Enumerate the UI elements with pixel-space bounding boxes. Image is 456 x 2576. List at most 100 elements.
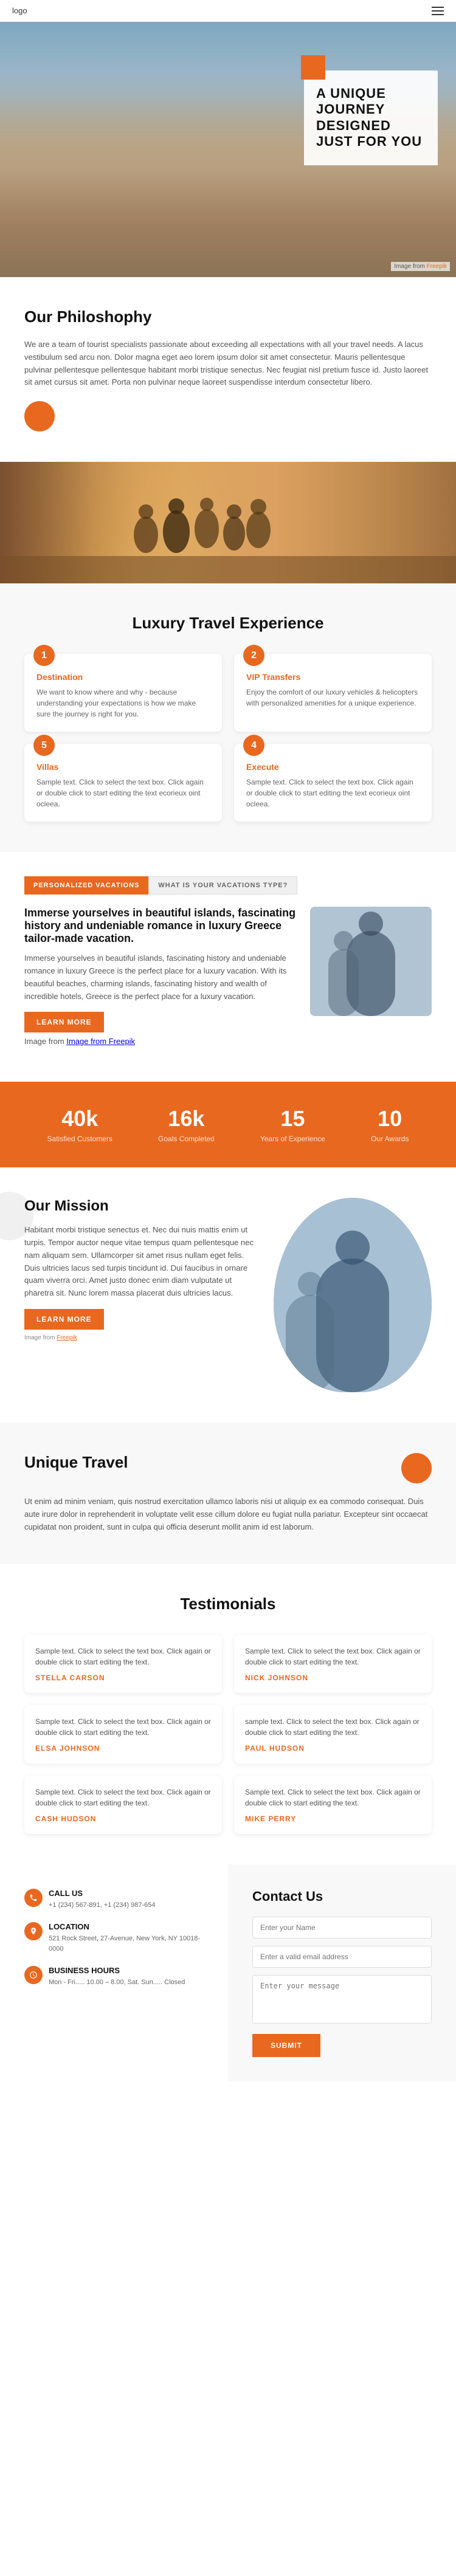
- stat-label-awards: Our Awards: [371, 1135, 409, 1143]
- hours-content: BUSINESS HOURS Mon - Fri..... 10.00 – 8.…: [49, 1966, 185, 1988]
- call-us-numbers: +1 (234) 567-891, +1 (234) 987-654: [49, 1900, 156, 1911]
- unique-heading: Unique Travel: [24, 1453, 128, 1472]
- personalized-learn-more-button[interactable]: LEARN MORE: [24, 1012, 104, 1032]
- contact-submit-button[interactable]: SUBMIT: [252, 2034, 320, 2057]
- philosophy-section: Our Philoshophy We are a team of tourist…: [0, 277, 456, 462]
- location-address: 521 Rock Street, 27-Avenue, New York, NY…: [49, 1934, 204, 1954]
- photo-strip: [0, 462, 456, 583]
- bottom-section: CALL US +1 (234) 567-891, +1 (234) 987-6…: [0, 1864, 456, 2081]
- header: logo: [0, 0, 456, 22]
- testimonial-1: Sample text. Click to select the text bo…: [24, 1635, 222, 1693]
- mission-image: [274, 1198, 432, 1392]
- card-title-2: VIP Transfers: [246, 672, 420, 682]
- menu-button[interactable]: [432, 7, 444, 15]
- testimonial-text-2: Sample text. Click to select the text bo…: [245, 1646, 421, 1668]
- orange-dot-decoration: [401, 1453, 432, 1483]
- contact-name-input[interactable]: [252, 1917, 432, 1939]
- stat-label-customers: Satisfied Customers: [47, 1135, 112, 1143]
- testimonial-text-3: Sample text. Click to select the text bo…: [35, 1716, 211, 1738]
- testimonial-name-2: NICK JOHNSON: [245, 1674, 421, 1682]
- stat-satisfied-customers: 40k Satisfied Customers: [47, 1106, 112, 1143]
- contact-email-input[interactable]: [252, 1946, 432, 1968]
- location-item: LOCATION 521 Rock Street, 27-Avenue, New…: [24, 1922, 204, 1954]
- personalized-content: Immerse yourselves in beautiful islands,…: [24, 907, 432, 1057]
- card-number-5: 5: [33, 735, 55, 756]
- image-credit-prefix: Image from: [24, 1037, 66, 1046]
- call-us-heading: CALL US: [49, 1889, 156, 1898]
- clock-icon: [24, 1966, 43, 1984]
- card-title-5: Villas: [36, 762, 210, 772]
- photo-strip-inner: [0, 462, 456, 583]
- tab-vacation-type[interactable]: WHAT IS YOUR VACATIONS TYPE?: [148, 876, 297, 895]
- stats-section: 40k Satisfied Customers 16k Goals Comple…: [0, 1082, 456, 1167]
- testimonials-grid: Sample text. Click to select the text bo…: [24, 1635, 432, 1834]
- card-desc-4: Sample text. Click to select the text bo…: [246, 777, 420, 809]
- testimonial-name-5: CASH HUDSON: [35, 1815, 211, 1823]
- testimonial-6: Sample text. Click to select the text bo…: [234, 1776, 432, 1834]
- stat-years-experience: 15 Years of Experience: [260, 1106, 325, 1143]
- mission-photo-svg: [274, 1198, 432, 1392]
- testimonial-text-6: Sample text. Click to select the text bo…: [245, 1787, 421, 1808]
- personalized-credit-link[interactable]: Image from Freepik: [66, 1037, 135, 1046]
- luxury-cards-grid: 1 Destination We want to know where and …: [24, 654, 432, 822]
- personalized-section: PERSONALIZED VACATIONS WHAT IS YOUR VACA…: [0, 852, 456, 1082]
- tab-personalized[interactable]: PERSONALIZED VACATIONS: [24, 876, 148, 895]
- personalized-photo: [310, 907, 432, 1016]
- unique-paragraph: Ut enim ad minim veniam, quis nostrud ex…: [24, 1496, 432, 1533]
- hours-item: BUSINESS HOURS Mon - Fri..... 10.00 – 8.…: [24, 1966, 204, 1988]
- mission-heading: Our Mission: [24, 1198, 255, 1215]
- testimonial-text-4: sample text. Click to select the text bo…: [245, 1716, 421, 1738]
- location-content: LOCATION 521 Rock Street, 27-Avenue, New…: [49, 1922, 204, 1954]
- card-desc-1: We want to know where and why - because …: [36, 687, 210, 720]
- testimonial-name-6: MIKE PERRY: [245, 1815, 421, 1823]
- mission-image-credit: Image from Freepik: [24, 1334, 255, 1341]
- testimonial-5: Sample text. Click to select the text bo…: [24, 1776, 222, 1834]
- phone-svg: [29, 1894, 38, 1902]
- hero-credit-link[interactable]: Freepik: [427, 263, 447, 270]
- testimonial-2: Sample text. Click to select the text bo…: [234, 1635, 432, 1693]
- hamburger-line2: [432, 10, 444, 12]
- unique-header: Unique Travel: [24, 1453, 432, 1483]
- contact-form: SUBMIT: [252, 1917, 432, 2057]
- hours-heading: BUSINESS HOURS: [49, 1966, 185, 1975]
- stat-label-goals: Goals Completed: [158, 1135, 215, 1143]
- testimonial-name-4: PAUL HUDSON: [245, 1744, 421, 1753]
- testimonials-heading: Testimonials: [24, 1595, 432, 1613]
- contact-message-input[interactable]: [252, 1975, 432, 2024]
- stat-number-16k: 16k: [158, 1106, 215, 1132]
- testimonial-name-3: ELSA JOHNSON: [35, 1744, 211, 1753]
- philosophy-paragraph: We are a team of tourist specialists pas…: [24, 338, 432, 389]
- phone-icon: [24, 1889, 43, 1907]
- contact-heading: Contact Us: [252, 1889, 432, 1905]
- card-vip-transfers: 2 VIP Transfers Enjoy the comfort of our…: [234, 654, 432, 732]
- card-number-1: 1: [33, 645, 55, 666]
- testimonial-name-1: STELLA CARSON: [35, 1674, 211, 1682]
- luxury-section: Luxury Travel Experience 1 Destination W…: [0, 583, 456, 852]
- mission-learn-more-button[interactable]: LEARN MORE: [24, 1309, 104, 1330]
- testimonial-text-1: Sample text. Click to select the text bo…: [35, 1646, 211, 1668]
- card-desc-2: Enjoy the comfort of our luxury vehicles…: [246, 687, 420, 709]
- personalized-photo-svg: [310, 907, 432, 1016]
- hero-title: A UNIQUE JOURNEY DESIGNED JUST FOR YOU: [316, 86, 426, 150]
- card-destination: 1 Destination We want to know where and …: [24, 654, 222, 732]
- philosophy-heading: Our Philoshophy: [24, 307, 432, 326]
- card-number-2: 2: [243, 645, 264, 666]
- mission-text-block: Our Mission Habitant morbi tristique sen…: [24, 1198, 255, 1341]
- mission-section: Our Mission Habitant morbi tristique sen…: [0, 1167, 456, 1423]
- stat-goals-completed: 16k Goals Completed: [158, 1106, 215, 1143]
- card-title-1: Destination: [36, 672, 210, 682]
- stat-number-10: 10: [371, 1106, 409, 1132]
- logo: logo: [12, 6, 27, 15]
- orange-circle-decoration: [24, 401, 55, 431]
- card-execute: 4 Execute Sample text. Click to select t…: [234, 744, 432, 822]
- hamburger-line1: [432, 7, 444, 8]
- location-svg: [29, 1927, 38, 1935]
- hamburger-line3: [432, 14, 444, 15]
- location-heading: LOCATION: [49, 1922, 204, 1931]
- stat-number-40k: 40k: [47, 1106, 112, 1132]
- stat-awards: 10 Our Awards: [371, 1106, 409, 1143]
- stat-label-years: Years of Experience: [260, 1135, 325, 1143]
- mission-credit-link[interactable]: Freepik: [57, 1334, 77, 1341]
- personalized-text-block: Immerse yourselves in beautiful islands,…: [24, 907, 298, 1057]
- testimonial-text-5: Sample text. Click to select the text bo…: [35, 1787, 211, 1808]
